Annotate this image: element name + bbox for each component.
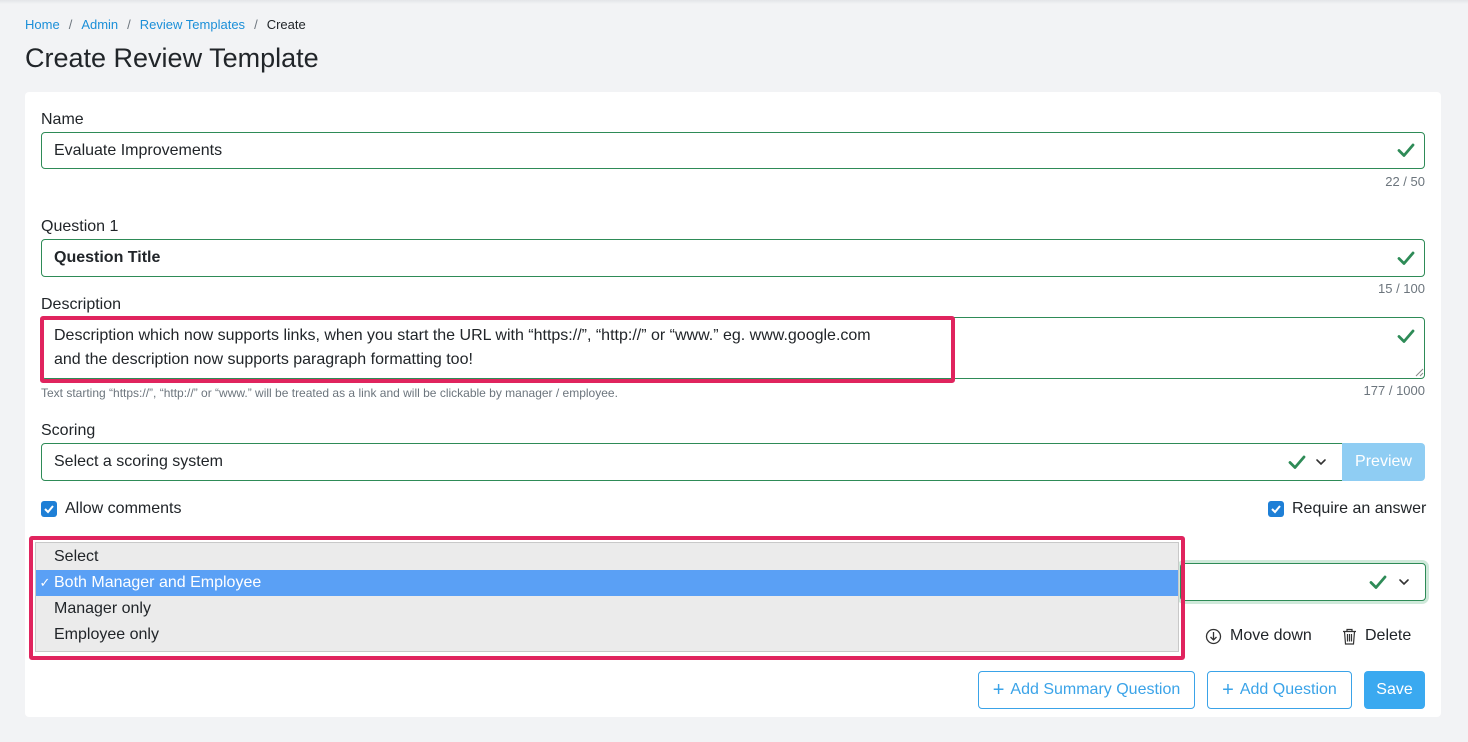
breadcrumb-separator: / (127, 17, 131, 32)
add-summary-question-button[interactable]: + Add Summary Question (978, 671, 1195, 709)
allow-comments-checkbox[interactable] (41, 501, 57, 517)
description-label: Description (41, 296, 122, 313)
require-answer-checkbox[interactable] (1268, 501, 1284, 517)
description-counter: 177 / 1000 (1363, 383, 1425, 398)
question-title-input[interactable]: Question Title (41, 239, 1425, 277)
allow-comments-label: Allow comments (65, 500, 182, 517)
valid-check-icon (1369, 575, 1387, 589)
scoring-label: Scoring (41, 422, 96, 439)
valid-check-icon (1288, 455, 1306, 469)
breadcrumb-review-templates[interactable]: Review Templates (140, 17, 245, 32)
description-help-text: Text starting “https://”, “http://” or “… (41, 386, 618, 400)
valid-check-icon (1397, 329, 1415, 343)
name-counter: 22 / 50 (1385, 174, 1425, 189)
move-down-button[interactable]: Move down (1205, 627, 1312, 645)
require-answer-label: Require an answer (1292, 500, 1427, 517)
valid-check-icon (1397, 143, 1415, 157)
checkmark-icon (1271, 505, 1281, 514)
delete-label: Delete (1365, 627, 1412, 644)
description-highlight (40, 316, 955, 383)
add-question-button[interactable]: + Add Question (1207, 671, 1352, 709)
chevron-down-icon (1316, 459, 1326, 466)
preview-button[interactable]: Preview (1342, 443, 1425, 481)
add-question-label: Add Question (1239, 681, 1337, 698)
add-summary-label: Add Summary Question (1010, 681, 1181, 698)
page-title: Create Review Template (25, 43, 319, 73)
valid-check-icon (1397, 251, 1415, 265)
delete-button[interactable]: Delete (1342, 627, 1411, 645)
question-label: Question 1 (41, 218, 119, 235)
move-down-label: Move down (1230, 627, 1312, 644)
scoring-select[interactable]: Select a scoring system (41, 443, 1343, 481)
topbar (0, 0, 1468, 4)
breadcrumb-separator: / (254, 17, 258, 32)
name-input-value: Evaluate Improvements (54, 141, 223, 159)
template-form-card: Name Evaluate Improvements 22 / 50 Quest… (25, 92, 1441, 717)
name-label: Name (41, 111, 84, 128)
breadcrumb-separator: / (68, 17, 73, 32)
visibility-select[interactable] (1180, 563, 1426, 601)
breadcrumb-admin[interactable]: Admin (81, 17, 118, 32)
chevron-down-icon (1399, 579, 1409, 586)
breadcrumb: Home / Admin / Review Templates / Create (25, 17, 306, 32)
move-down-icon (1205, 628, 1222, 644)
trash-icon (1343, 628, 1356, 645)
dropdown-highlight (29, 536, 1185, 660)
resize-handle-icon[interactable] (1415, 368, 1424, 377)
question-title-counter: 15 / 100 (1378, 281, 1425, 296)
plus-icon: + (992, 678, 1005, 701)
plus-icon: + (1222, 678, 1234, 701)
breadcrumb-current: Create (266, 17, 306, 32)
checkmark-icon (44, 505, 54, 514)
name-input[interactable]: Evaluate Improvements (41, 132, 1425, 169)
question-title-value: Question Title (54, 249, 161, 266)
scoring-select-value: Select a scoring system (54, 453, 223, 470)
save-button[interactable]: Save (1364, 671, 1425, 709)
breadcrumb-home[interactable]: Home (25, 17, 60, 32)
